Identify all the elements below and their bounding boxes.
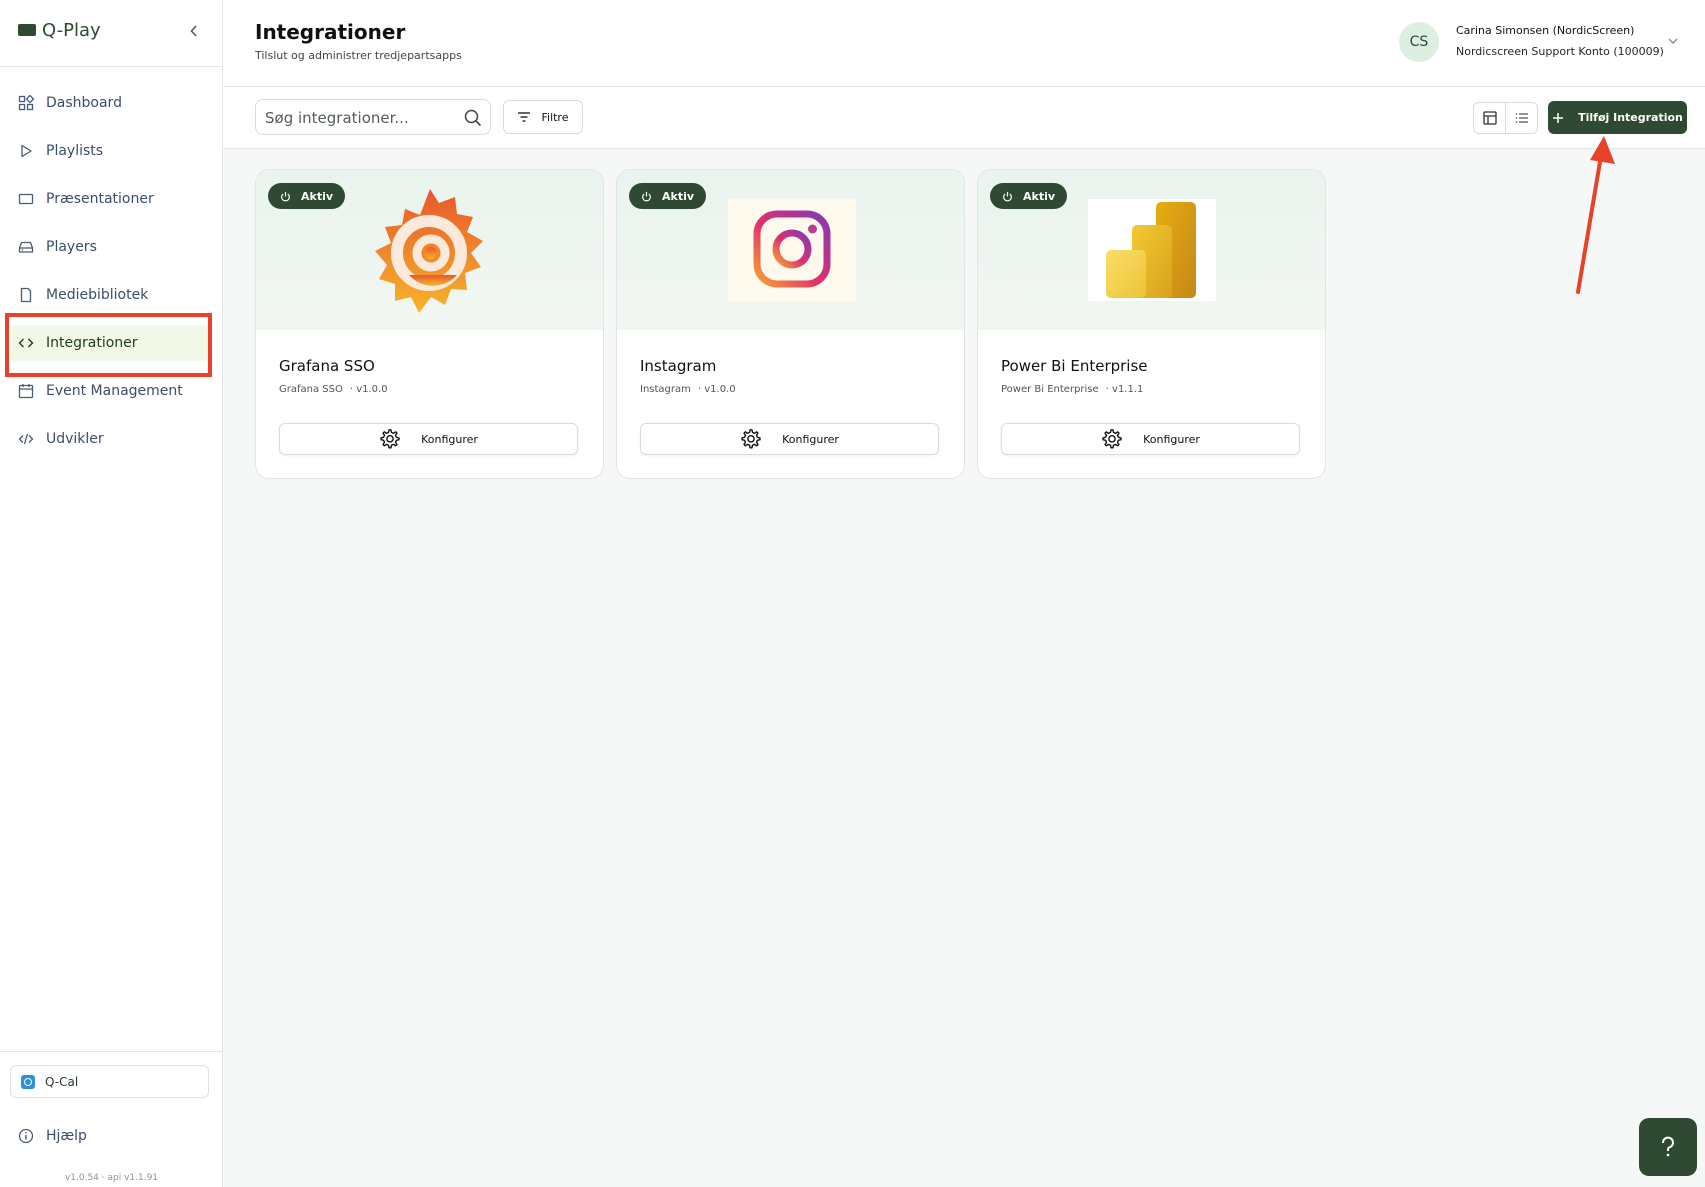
integration-version: · v1.0.0 <box>697 384 736 395</box>
status-badge: Aktiv <box>629 183 706 209</box>
sidebar-item-label: Dashboard <box>46 95 122 111</box>
sidebar-item-dashboard[interactable]: Dashboard <box>10 85 208 121</box>
sidebar-item-udvikler[interactable]: Udvikler <box>10 421 208 457</box>
status-label: Aktiv <box>301 189 334 203</box>
integration-card-power-bi: Aktiv Power Bi Enterprise Power Bi Enter… <box>977 169 1326 479</box>
sidebar-nav: Dashboard Playlists Præsentationer Playe… <box>10 85 208 469</box>
play-icon <box>21 144 32 158</box>
configure-button[interactable]: Konfigurer <box>279 423 578 455</box>
card-meta: Instagram · v1.0.0 <box>640 384 736 395</box>
sidebar-item-label: Players <box>46 239 97 255</box>
sidebar-item-players[interactable]: Players <box>10 229 208 265</box>
user-name[interactable]: Carina Simonsen (NordicScreen) <box>1456 24 1634 37</box>
page-subtitle: Tilslut og administrer tredjepartsapps <box>255 49 462 62</box>
sidebar-item-label: Playlists <box>46 143 104 159</box>
qcal-switcher[interactable]: Q-Cal <box>10 1065 209 1098</box>
annotation-arrow-icon <box>1576 136 1615 294</box>
filter-label: Filtre <box>541 110 569 124</box>
qcal-label: Q-Cal <box>45 1074 79 1089</box>
search-icon[interactable] <box>464 109 482 127</box>
sidebar-divider <box>0 66 223 67</box>
card-title: Power Bi Enterprise <box>1001 357 1148 375</box>
integration-card-instagram: Aktiv Instagram Instagram · v1.0.0 Konfi… <box>616 169 965 479</box>
help-fab-button[interactable] <box>1639 1118 1697 1176</box>
user-account[interactable]: Nordicscreen Support Konto (100009) <box>1456 45 1664 58</box>
dashboard-icon <box>18 95 34 111</box>
add-integration-label: Tilføj Integration <box>1578 111 1683 124</box>
power-icon <box>642 191 651 201</box>
power-bi-logo-icon <box>1088 199 1216 301</box>
status-label: Aktiv <box>1023 189 1056 203</box>
collapse-sidebar-button[interactable] <box>187 22 201 40</box>
developer-code-icon <box>18 433 34 445</box>
search-input[interactable] <box>265 107 455 129</box>
status-label: Aktiv <box>662 189 695 203</box>
filter-icon <box>518 112 531 122</box>
brand-name: Q-Play <box>42 19 101 41</box>
list-view-button[interactable] <box>1505 103 1537 133</box>
status-badge: Aktiv <box>990 183 1067 209</box>
power-icon <box>1003 191 1012 201</box>
add-integration-button[interactable]: Tilføj Integration <box>1548 101 1687 134</box>
calendar-icon <box>18 384 34 399</box>
brand-logo[interactable]: Q-Play <box>18 18 101 42</box>
status-badge: Aktiv <box>268 183 345 209</box>
configure-button[interactable]: Konfigurer <box>640 423 939 455</box>
configure-label: Konfigurer <box>782 432 839 446</box>
card-title: Grafana SSO <box>279 357 375 375</box>
sidebar-item-mediebibliotek[interactable]: Mediebibliotek <box>10 277 208 313</box>
qcal-app-icon <box>21 1074 35 1089</box>
brand-mark-icon <box>18 24 36 36</box>
integration-name: Grafana SSO <box>279 384 343 395</box>
search-box <box>255 99 491 135</box>
integration-version: · v1.1.1 <box>1105 384 1144 395</box>
gear-icon <box>1102 429 1122 449</box>
configure-button[interactable]: Konfigurer <box>1001 423 1300 455</box>
instagram-logo-icon <box>728 199 856 301</box>
gear-icon <box>741 429 761 449</box>
sidebar-item-playlists[interactable]: Playlists <box>10 133 208 169</box>
annotation-highlight-box <box>5 313 212 377</box>
grid-view-icon <box>1482 111 1497 125</box>
configure-label: Konfigurer <box>1143 432 1200 446</box>
avatar[interactable]: CS <box>1399 22 1439 62</box>
page-header: Integrationer Tilslut og administrer tre… <box>223 0 1705 87</box>
sidebar-item-label: Præsentationer <box>46 191 154 207</box>
view-toggle <box>1473 102 1538 134</box>
presentation-icon <box>18 193 34 205</box>
integration-name: Power Bi Enterprise <box>1001 384 1099 395</box>
configure-label: Konfigurer <box>421 432 478 446</box>
toolbar: Filtre Tilføj Integration <box>223 87 1705 149</box>
grid-view-button[interactable] <box>1474 103 1505 133</box>
plus-icon <box>1553 112 1564 123</box>
filter-button[interactable]: Filtre <box>503 100 583 134</box>
chevron-left-icon <box>190 25 197 37</box>
question-mark-icon <box>1662 1136 1674 1157</box>
card-title: Instagram <box>640 357 717 375</box>
card-meta: Power Bi Enterprise · v1.1.1 <box>1001 384 1143 395</box>
file-icon <box>20 287 32 303</box>
sidebar-item-label: Event Management <box>46 383 183 399</box>
grafana-logo-icon <box>375 189 483 313</box>
page-title: Integrationer <box>255 20 406 44</box>
version-text: v1.0.54 · api v1.1.91 <box>64 1173 159 1183</box>
integration-card-grafana: Aktiv Grafana SSO Grafana SSO · v1.0.0 K… <box>255 169 604 479</box>
sidebar-item-praesentationer[interactable]: Præsentationer <box>10 181 208 217</box>
card-meta: Grafana SSO · v1.0.0 <box>279 384 388 395</box>
help-link[interactable]: Hjælp <box>18 1128 87 1144</box>
player-device-icon <box>18 241 34 253</box>
sidebar-item-label: Udvikler <box>46 431 104 447</box>
power-icon <box>281 191 290 201</box>
sidebar-item-event-management[interactable]: Event Management <box>10 373 208 409</box>
integration-version: · v1.0.0 <box>349 384 388 395</box>
chevron-down-icon[interactable] <box>1667 35 1679 47</box>
help-label: Hjælp <box>46 1128 87 1144</box>
sidebar-footer-divider <box>0 1051 223 1052</box>
list-view-icon <box>1515 113 1528 123</box>
info-icon <box>18 1128 34 1144</box>
gear-icon <box>380 429 400 449</box>
sidebar-item-label: Mediebibliotek <box>46 287 149 303</box>
sidebar: Q-Play Dashboard Playlists Præsentatione… <box>0 0 223 1187</box>
integration-name: Instagram <box>640 384 691 395</box>
